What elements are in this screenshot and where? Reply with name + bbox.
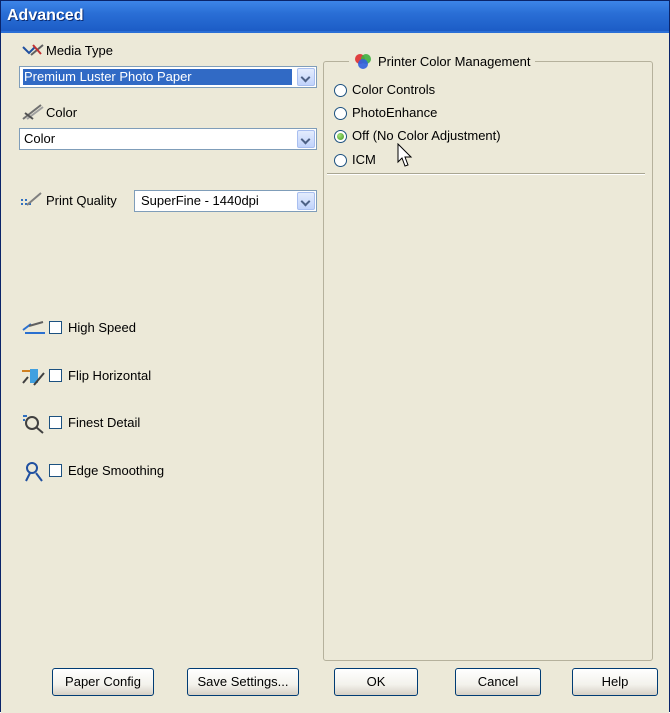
high-speed-checkbox[interactable] <box>49 321 62 334</box>
flip-horizontal-checkbox[interactable] <box>49 369 62 382</box>
save-settings-button[interactable]: Save Settings... <box>187 668 299 696</box>
color-brush-icon <box>22 104 44 120</box>
radio-icm[interactable] <box>334 154 347 167</box>
media-type-select[interactable]: Premium Luster Photo Paper <box>19 66 317 88</box>
color-controls-label: Color Controls <box>352 82 436 97</box>
color-management-group <box>323 61 653 661</box>
radio-color-controls[interactable] <box>334 84 347 97</box>
edge-smoothing-label: Edge Smoothing <box>68 463 165 478</box>
advanced-dialog: Advanced Media Type Premium Luster Photo… <box>0 0 670 713</box>
chevron-down-icon[interactable] <box>297 68 315 86</box>
ok-button[interactable]: OK <box>334 668 418 696</box>
finest-detail-checkbox[interactable] <box>49 416 62 429</box>
window-title: Advanced <box>7 7 84 24</box>
color-value: Color <box>24 131 56 146</box>
media-type-value: Premium Luster Photo Paper <box>23 69 292 85</box>
title-bar[interactable]: Advanced <box>1 1 669 31</box>
help-button[interactable]: Help <box>572 668 658 696</box>
high-speed-icon <box>22 321 45 334</box>
flip-horizontal-label: Flip Horizontal <box>68 368 152 383</box>
edge-smoothing-checkbox[interactable] <box>49 464 62 477</box>
chevron-down-icon[interactable] <box>297 192 315 210</box>
chevron-down-icon[interactable] <box>297 130 315 148</box>
photoenhance-label: PhotoEnhance <box>352 105 438 120</box>
print-quality-value: SuperFine - 1440dpi <box>141 193 259 208</box>
dialog-body: Media Type Premium Luster Photo Paper Co… <box>1 31 669 713</box>
print-quality-label: Print Quality <box>46 193 117 208</box>
flip-horizontal-icon <box>22 369 45 386</box>
edge-smoothing-icon <box>25 462 43 482</box>
finest-detail-icon <box>23 415 44 434</box>
icm-label: ICM <box>352 152 376 167</box>
mouse-pointer-icon <box>397 143 413 167</box>
cancel-button[interactable]: Cancel <box>455 668 541 696</box>
print-quality-select[interactable]: SuperFine - 1440dpi <box>134 190 317 212</box>
radio-photoenhance[interactable] <box>334 107 347 120</box>
color-management-title-wrap: Printer Color Management <box>349 53 536 69</box>
color-select[interactable]: Color <box>19 128 317 150</box>
radio-off-no-color-adjustment[interactable] <box>334 130 347 143</box>
media-type-label: Media Type <box>46 43 113 58</box>
media-type-icon <box>22 44 44 56</box>
color-circles-icon <box>355 54 371 69</box>
finest-detail-label: Finest Detail <box>68 415 141 430</box>
off-no-color-adjustment-label: Off (No Color Adjustment) <box>352 128 501 143</box>
print-quality-icon <box>21 192 42 206</box>
paper-config-button[interactable]: Paper Config <box>52 668 154 696</box>
color-label: Color <box>46 105 78 120</box>
color-management-title: Printer Color Management <box>378 54 531 69</box>
high-speed-label: High Speed <box>68 320 136 335</box>
group-divider <box>327 173 645 175</box>
